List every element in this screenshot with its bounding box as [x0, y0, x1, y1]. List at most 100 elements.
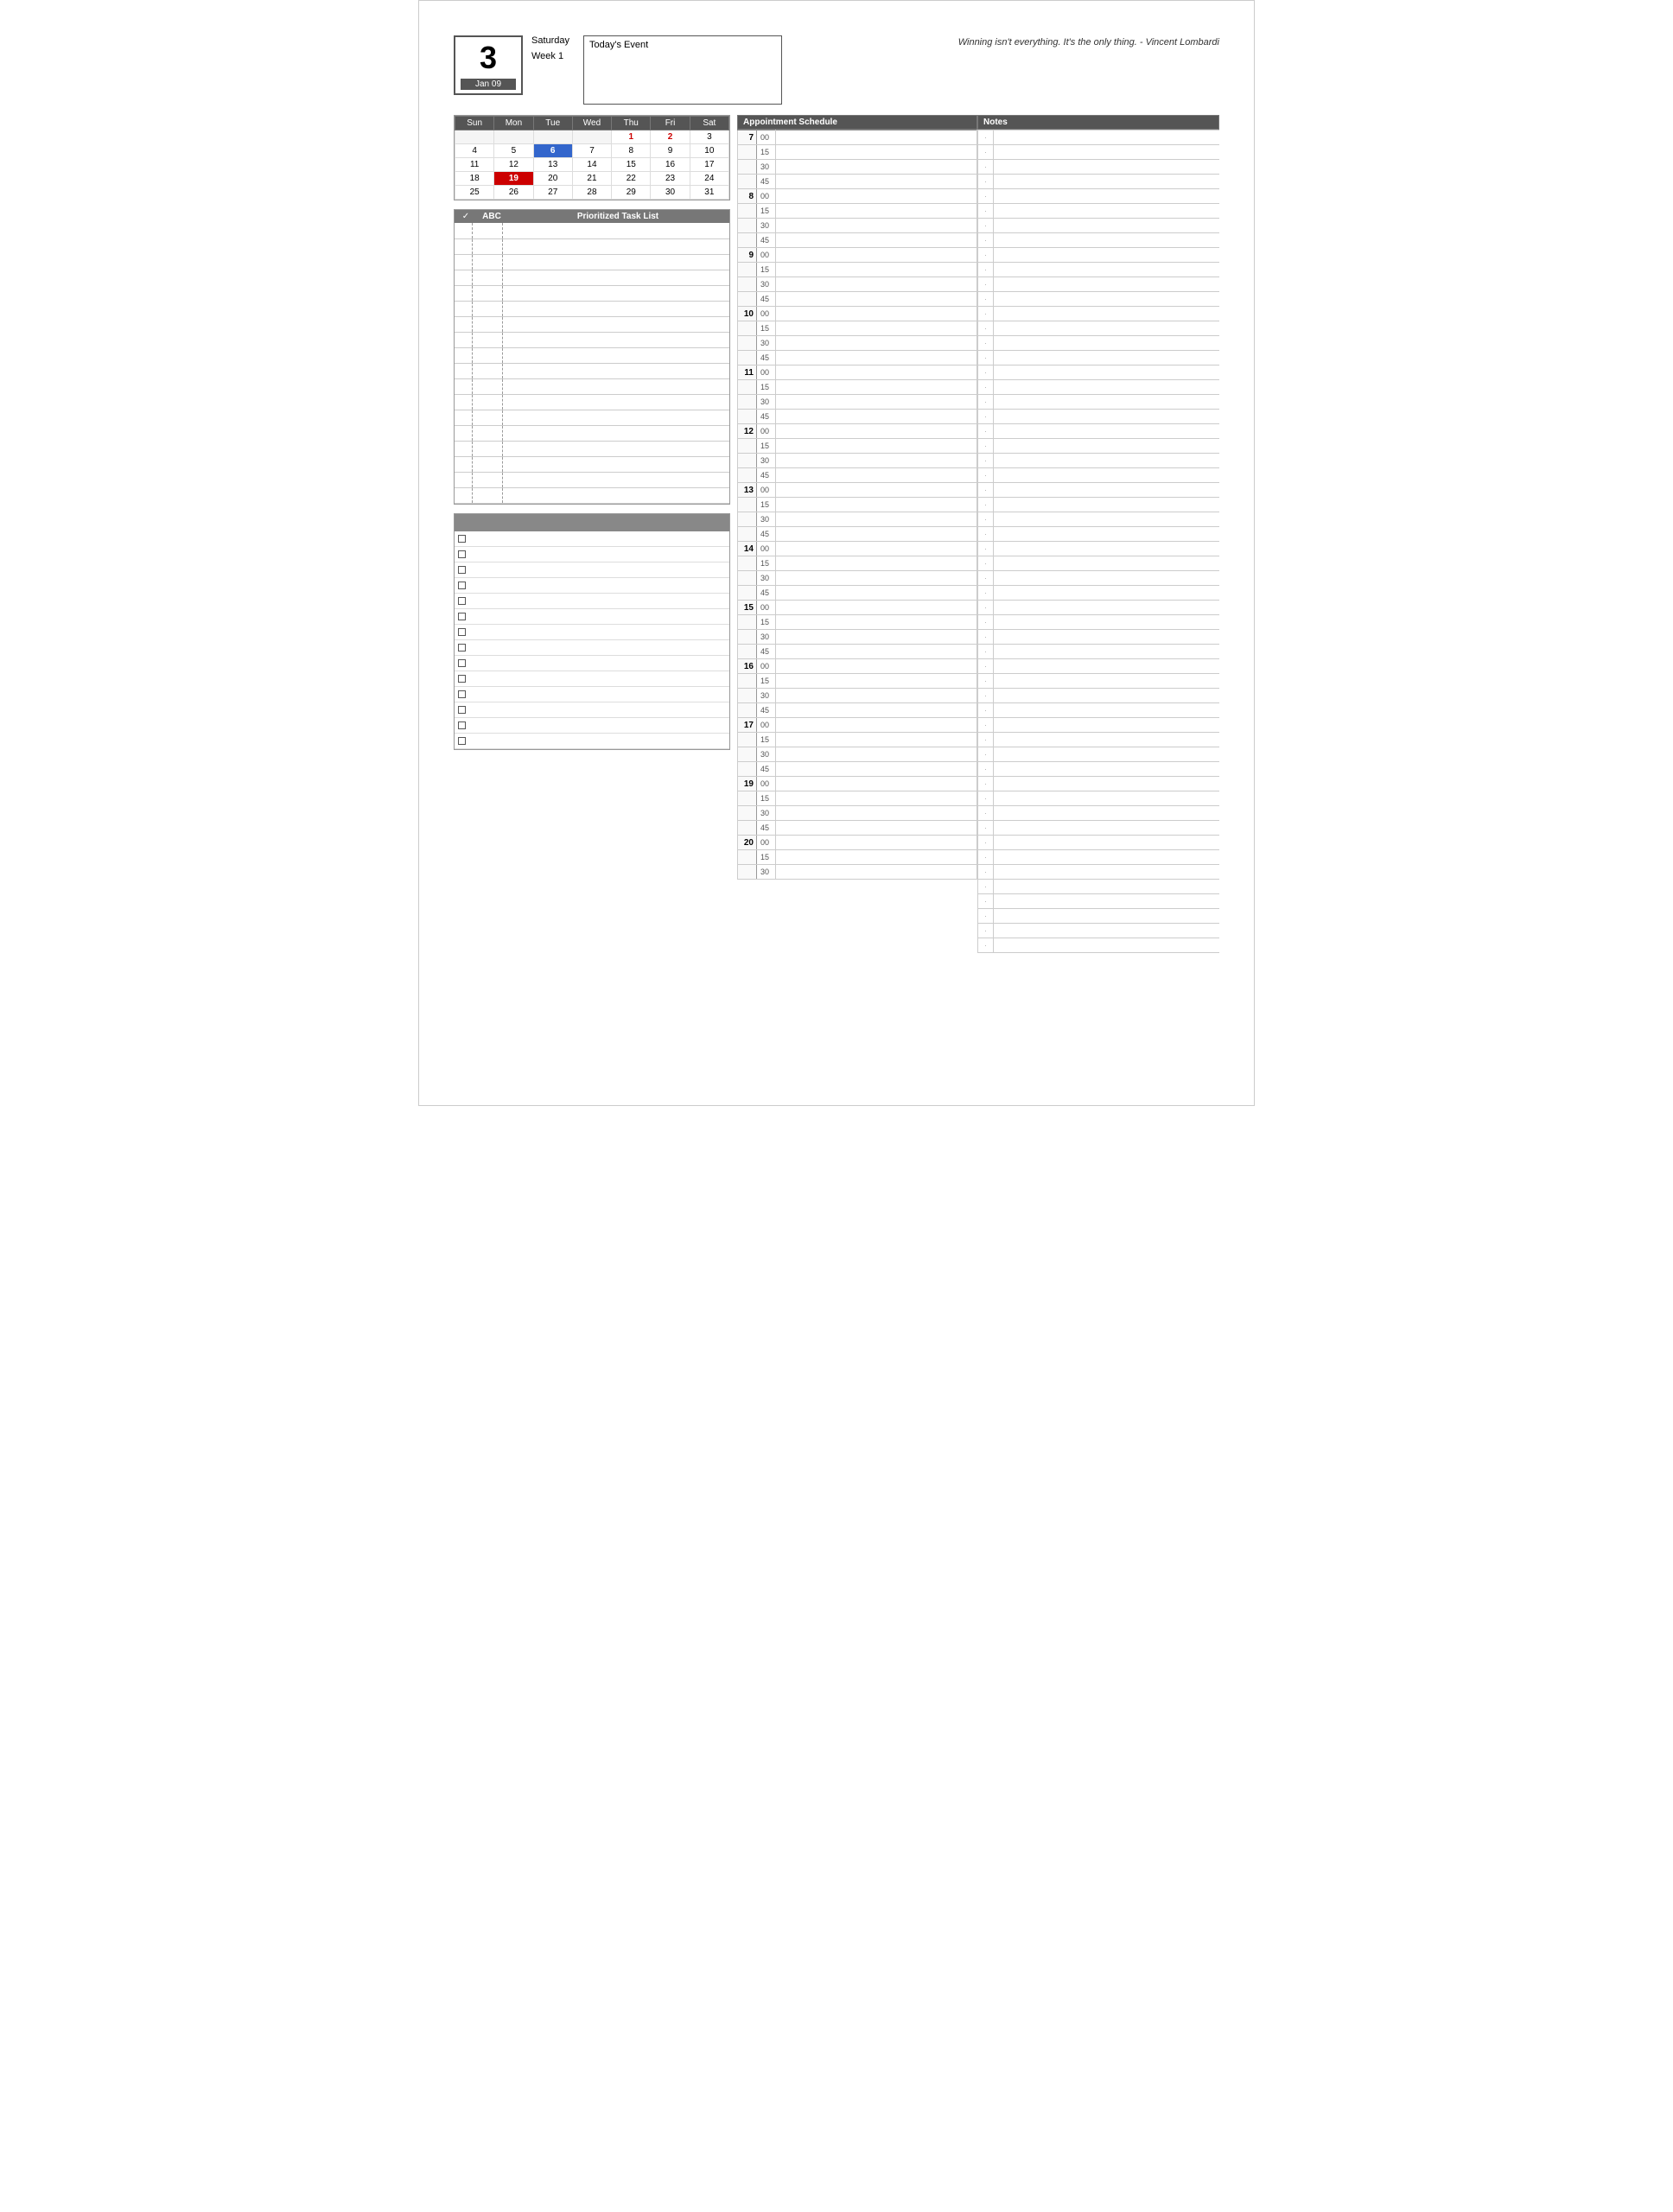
notes-row[interactable]: ·: [978, 659, 1220, 674]
notes-text-cell[interactable]: [994, 483, 1220, 498]
task-check-cell[interactable]: [455, 441, 472, 456]
notes-row[interactable]: ·: [978, 307, 1220, 321]
task-abc-cell[interactable]: [472, 394, 502, 410]
appointment-row[interactable]: 45: [738, 410, 977, 424]
cal-cell[interactable]: 16: [651, 158, 690, 172]
notes-text-cell[interactable]: [994, 189, 1220, 204]
appt-event[interactable]: [776, 424, 977, 439]
notes-text-cell[interactable]: [994, 630, 1220, 645]
task-list-row[interactable]: [455, 425, 729, 441]
notes-text-cell[interactable]: [994, 733, 1220, 747]
notes-text-cell[interactable]: [994, 512, 1220, 527]
appointment-row[interactable]: 30: [738, 571, 977, 586]
appointment-row[interactable]: 15: [738, 204, 977, 219]
task-check-cell[interactable]: [455, 223, 472, 238]
appt-event[interactable]: [776, 410, 977, 424]
task-text-cell[interactable]: [502, 472, 729, 487]
appt-event[interactable]: [776, 321, 977, 336]
cal-cell[interactable]: 28: [572, 186, 611, 200]
appointment-row[interactable]: 15: [738, 850, 977, 865]
checklist-item[interactable]: [455, 594, 729, 609]
appointment-row[interactable]: 15 00: [738, 601, 977, 615]
task-check-cell[interactable]: [455, 301, 472, 316]
appointment-row[interactable]: 15: [738, 556, 977, 571]
notes-text-cell[interactable]: [994, 175, 1220, 189]
appt-event[interactable]: [776, 277, 977, 292]
appointment-row[interactable]: 30: [738, 512, 977, 527]
task-text-cell[interactable]: [502, 487, 729, 503]
notes-text-cell[interactable]: [994, 777, 1220, 791]
task-list-row[interactable]: [455, 270, 729, 285]
checkbox-square[interactable]: [458, 613, 466, 620]
notes-text-cell[interactable]: [994, 219, 1220, 233]
notes-row[interactable]: ·: [978, 277, 1220, 292]
appointment-row[interactable]: 17 00: [738, 718, 977, 733]
notes-text-cell[interactable]: [994, 145, 1220, 160]
cal-cell[interactable]: 9: [651, 144, 690, 158]
checklist-item[interactable]: [455, 578, 729, 594]
notes-row[interactable]: ·: [978, 586, 1220, 601]
task-check-cell[interactable]: [455, 363, 472, 378]
notes-row[interactable]: ·: [978, 248, 1220, 263]
cal-cell[interactable]: 2: [651, 130, 690, 144]
appt-event[interactable]: [776, 145, 977, 160]
notes-row[interactable]: ·: [978, 204, 1220, 219]
notes-text-cell[interactable]: [994, 645, 1220, 659]
appointment-row[interactable]: 20 00: [738, 836, 977, 850]
notes-row[interactable]: ·: [978, 601, 1220, 615]
appt-event[interactable]: [776, 263, 977, 277]
appointment-row[interactable]: 8 00: [738, 189, 977, 204]
appointment-row[interactable]: 30: [738, 395, 977, 410]
cal-cell[interactable]: 21: [572, 172, 611, 186]
task-check-cell[interactable]: [455, 285, 472, 301]
notes-row[interactable]: ·: [978, 292, 1220, 307]
appointment-row[interactable]: 45: [738, 175, 977, 189]
checkbox-square[interactable]: [458, 628, 466, 636]
checkbox-square[interactable]: [458, 535, 466, 543]
checkbox-square[interactable]: [458, 659, 466, 667]
notes-text-cell[interactable]: [994, 336, 1220, 351]
notes-row[interactable]: ·: [978, 439, 1220, 454]
notes-text-cell[interactable]: [994, 439, 1220, 454]
appt-event[interactable]: [776, 365, 977, 380]
task-check-cell[interactable]: [455, 238, 472, 254]
notes-text-cell[interactable]: [994, 938, 1220, 953]
task-list-row[interactable]: [455, 347, 729, 363]
appt-event[interactable]: [776, 498, 977, 512]
notes-row[interactable]: ·: [978, 747, 1220, 762]
appt-event[interactable]: [776, 718, 977, 733]
notes-row[interactable]: ·: [978, 645, 1220, 659]
notes-text-cell[interactable]: [994, 233, 1220, 248]
appt-event[interactable]: [776, 454, 977, 468]
appt-event[interactable]: [776, 160, 977, 175]
task-abc-cell[interactable]: [472, 472, 502, 487]
notes-text-cell[interactable]: [994, 527, 1220, 542]
notes-text-cell[interactable]: [994, 689, 1220, 703]
task-list-row[interactable]: [455, 316, 729, 332]
appointment-row[interactable]: 45: [738, 292, 977, 307]
notes-text-cell[interactable]: [994, 351, 1220, 365]
checkbox-square[interactable]: [458, 690, 466, 698]
cal-cell[interactable]: 5: [494, 144, 533, 158]
cal-cell-today[interactable]: 19: [494, 172, 533, 186]
cal-cell[interactable]: 20: [533, 172, 572, 186]
notes-row[interactable]: ·: [978, 865, 1220, 880]
appt-event[interactable]: [776, 791, 977, 806]
checkbox-square[interactable]: [458, 582, 466, 589]
appt-event[interactable]: [776, 336, 977, 351]
appointment-row[interactable]: 15: [738, 263, 977, 277]
notes-row[interactable]: ·: [978, 321, 1220, 336]
notes-row[interactable]: ·: [978, 880, 1220, 894]
appointment-row[interactable]: 14 00: [738, 542, 977, 556]
appt-event[interactable]: [776, 674, 977, 689]
appointment-row[interactable]: 45: [738, 233, 977, 248]
notes-text-cell[interactable]: [994, 674, 1220, 689]
task-text-cell[interactable]: [502, 456, 729, 472]
notes-row[interactable]: ·: [978, 924, 1220, 938]
notes-row[interactable]: ·: [978, 806, 1220, 821]
checklist-item[interactable]: [455, 625, 729, 640]
task-check-cell[interactable]: [455, 316, 472, 332]
appointment-row[interactable]: 45: [738, 821, 977, 836]
notes-text-cell[interactable]: [994, 410, 1220, 424]
task-abc-cell[interactable]: [472, 363, 502, 378]
